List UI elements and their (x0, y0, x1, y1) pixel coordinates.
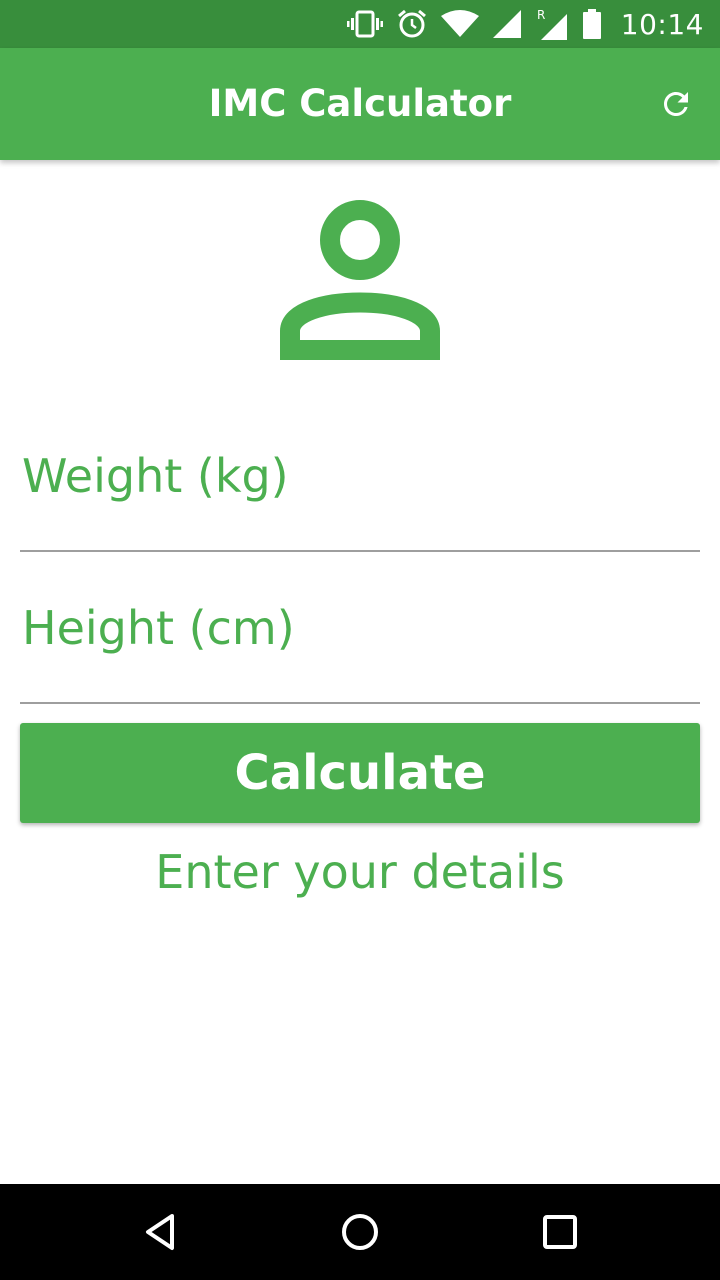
alarm-icon (397, 9, 426, 38)
status-time: 10:14 (620, 7, 704, 41)
app-bar: IMC Calculator (0, 48, 720, 160)
back-button[interactable] (136, 1208, 184, 1256)
weight-input[interactable] (20, 444, 700, 508)
height-input[interactable] (20, 596, 700, 660)
screen: R 10:14 IMC Calculator Calculate (0, 0, 720, 1280)
recents-button[interactable] (536, 1208, 584, 1256)
signal-icon (492, 10, 521, 38)
recents-icon (543, 1215, 577, 1249)
home-button[interactable] (336, 1208, 384, 1256)
calculate-button[interactable]: Calculate (20, 723, 700, 823)
refresh-button[interactable] (652, 80, 700, 128)
battery-icon (582, 9, 601, 39)
height-field (20, 596, 700, 704)
vibrate-icon (346, 10, 383, 38)
refresh-icon (664, 92, 688, 116)
height-underline (20, 702, 700, 704)
roaming-signal-icon: R (537, 8, 567, 40)
weight-field (20, 444, 700, 552)
app-title: IMC Calculator (208, 82, 512, 125)
status-bar: R 10:14 (0, 0, 720, 48)
svg-text:R: R (537, 8, 545, 22)
info-text: Enter your details (155, 845, 565, 899)
navigation-bar (0, 1184, 720, 1280)
back-icon (146, 1214, 174, 1250)
home-icon (342, 1214, 378, 1250)
weight-underline (20, 550, 700, 552)
wifi-icon (440, 10, 479, 37)
person-icon (280, 200, 440, 360)
status-icons: R 10:14 (346, 0, 704, 48)
